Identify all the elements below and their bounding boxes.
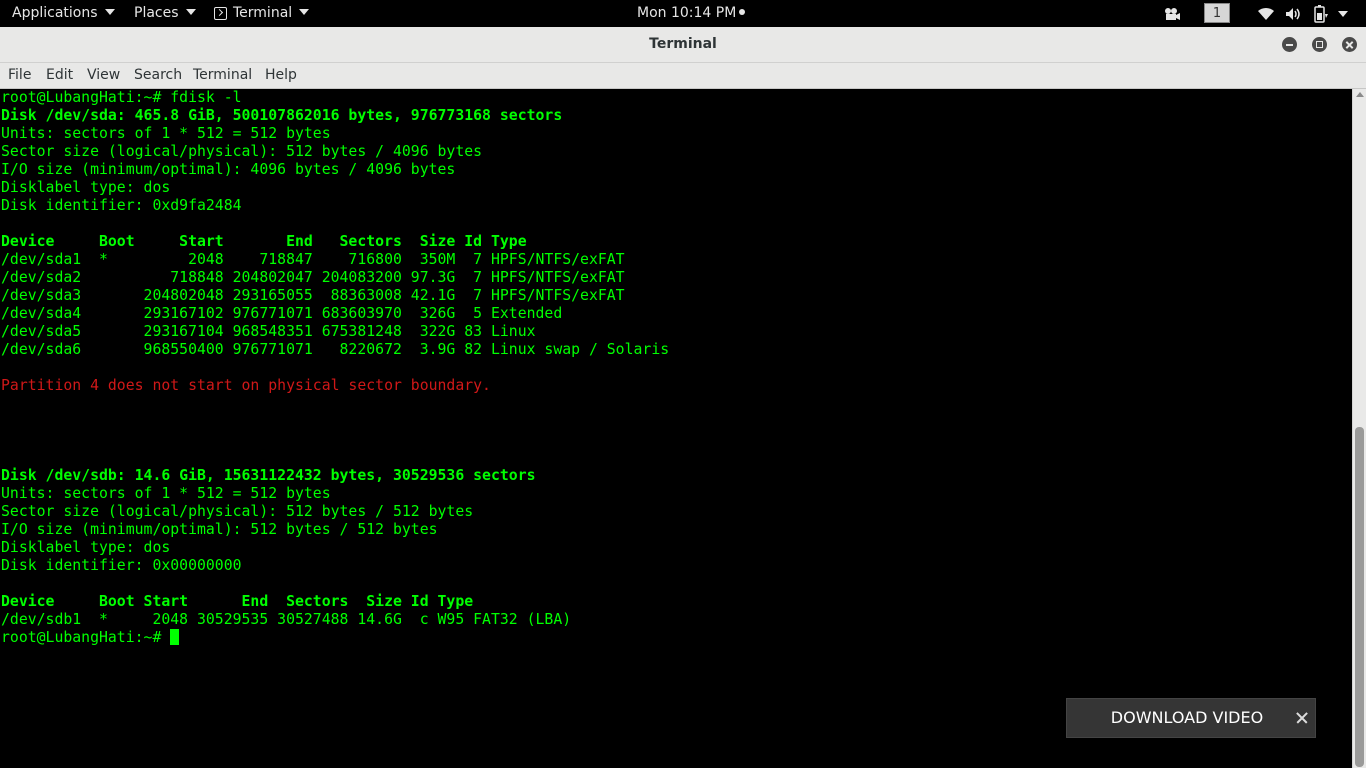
terminal-line: /dev/sda2 718848 204802047 204083200 97.… [1, 269, 625, 286]
menu-edit[interactable]: Edit [46, 63, 73, 88]
notification-dot-icon [739, 9, 746, 15]
app-menu-label: Terminal [233, 5, 293, 21]
terminal-line: root@LubangHati:~# fdisk -l [1, 89, 242, 106]
terminal-line: Sector size (logical/physical): 512 byte… [1, 503, 474, 520]
terminal-line: /dev/sda3 204802048 293165055 88363008 4… [1, 287, 625, 304]
top-panel: Applications Places Terminal Mon 10:14 P… [0, 0, 1366, 27]
terminal-line: Disk identifier: 0x00000000 [1, 557, 242, 574]
clock-label: Mon 10:14 PM [637, 5, 737, 21]
terminal-line: Disklabel type: dos [1, 179, 171, 196]
terminal-line: Partition 4 does not start on physical s… [1, 377, 491, 394]
terminal-line: Disklabel type: dos [1, 539, 171, 556]
menu-file[interactable]: File [8, 63, 31, 88]
video-camera-icon[interactable] [1163, 0, 1181, 27]
menu-terminal[interactable]: Terminal [193, 63, 252, 88]
terminal-line: Sector size (logical/physical): 512 byte… [1, 143, 483, 160]
terminal-line: Units: sectors of 1 * 512 = 512 bytes [1, 125, 331, 142]
terminal-icon [214, 7, 227, 20]
minimize-button[interactable] [1282, 37, 1297, 52]
scroll-up-icon[interactable] [1356, 92, 1364, 97]
clock[interactable]: Mon 10:14 PM [637, 0, 746, 27]
places-label: Places [134, 5, 179, 21]
terminal-line: Device Boot Start End Sectors Size Id Ty… [1, 593, 474, 610]
terminal-line: Units: sectors of 1 * 512 = 512 bytes [1, 485, 331, 502]
battery-icon[interactable] [1313, 0, 1329, 27]
terminal-line: Disk /dev/sdb: 14.6 GiB, 15631122432 byt… [1, 467, 536, 484]
app-menu-terminal[interactable]: Terminal [214, 0, 310, 27]
chevron-down-icon [299, 9, 310, 15]
download-video-popup[interactable]: DOWNLOAD VIDEO [1066, 698, 1316, 738]
terminal-line: /dev/sda4 293167102 976771071 683603970 … [1, 305, 563, 322]
terminal-text: root@LubangHati:~# fdisk -l Disk /dev/sd… [0, 89, 1352, 647]
terminal-cursor [170, 629, 180, 645]
maximize-button[interactable] [1312, 37, 1327, 52]
download-video-button[interactable]: DOWNLOAD VIDEO [1067, 699, 1307, 737]
terminal-line: I/O size (minimum/optimal): 4096 bytes /… [1, 161, 456, 178]
close-icon[interactable] [1296, 712, 1308, 724]
power-menu-icon[interactable] [1338, 0, 1348, 27]
chevron-down-icon [1338, 10, 1348, 17]
terminal-line: /dev/sda1 * 2048 718847 716800 350M 7 HP… [1, 251, 625, 268]
window-title: Terminal [649, 36, 717, 52]
menu-bar: File Edit View Search Terminal Help [0, 63, 1366, 89]
terminal-scrollbar[interactable] [1352, 89, 1366, 768]
close-button[interactable] [1342, 37, 1357, 52]
volume-icon[interactable] [1285, 0, 1303, 27]
window-titlebar[interactable]: Terminal [0, 27, 1366, 63]
menu-view[interactable]: View [87, 63, 120, 88]
terminal-prompt: root@LubangHati:~# [1, 629, 171, 646]
menu-help[interactable]: Help [265, 63, 297, 88]
terminal-line: Disk /dev/sda: 465.8 GiB, 500107862016 b… [1, 107, 563, 124]
workspace-indicator[interactable]: 1 [1204, 3, 1230, 23]
chevron-down-icon [104, 9, 115, 15]
terminal-line: /dev/sda5 293167104 968548351 675381248 … [1, 323, 536, 340]
terminal-line: /dev/sdb1 * 2048 30529535 30527488 14.6G… [1, 611, 572, 628]
scrollbar-thumb[interactable] [1355, 427, 1364, 767]
terminal-line: I/O size (minimum/optimal): 512 bytes / … [1, 521, 438, 538]
wifi-icon[interactable] [1257, 0, 1275, 27]
terminal-line: Disk identifier: 0xd9fa2484 [1, 197, 242, 214]
terminal-line: Device Boot Start End Sectors Size Id Ty… [1, 233, 527, 250]
applications-menu[interactable]: Applications [12, 0, 115, 27]
terminal-line: /dev/sda6 968550400 976771071 8220672 3.… [1, 341, 670, 358]
terminal-output[interactable]: root@LubangHati:~# fdisk -l Disk /dev/sd… [0, 89, 1352, 768]
applications-label: Applications [12, 5, 98, 21]
places-menu[interactable]: Places [134, 0, 196, 27]
chevron-down-icon [185, 9, 196, 15]
menu-search[interactable]: Search [134, 63, 182, 88]
